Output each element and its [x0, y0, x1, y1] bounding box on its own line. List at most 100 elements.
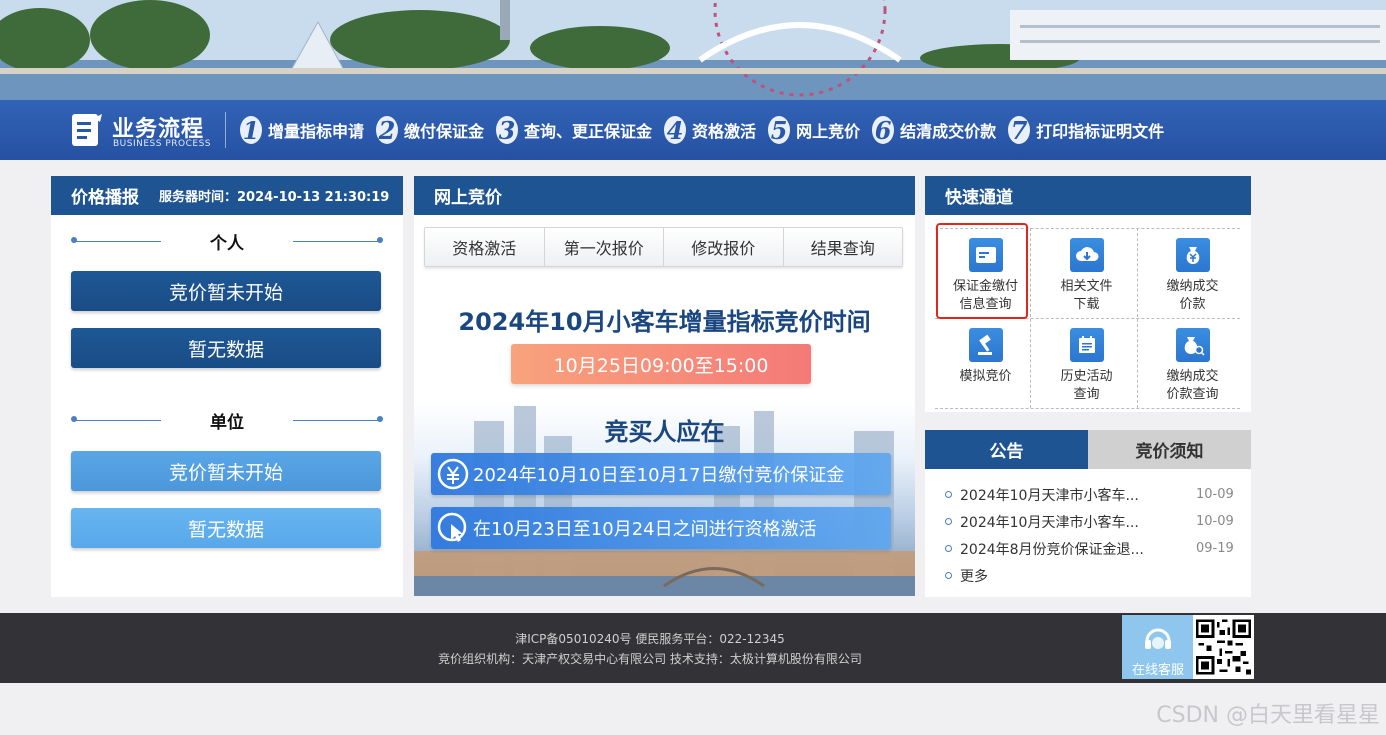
- server-time: 服务器时间：2024-10-13 21:30:19: [159, 190, 390, 205]
- quick-label-line1: 相关文件: [1060, 279, 1113, 294]
- quick-label-line2: 查询: [1073, 387, 1100, 402]
- quick-item-label: 相关文件 下载: [1060, 278, 1112, 314]
- document-logo-icon: [72, 114, 102, 146]
- unit-data-button[interactable]: 暂无数据: [71, 508, 381, 548]
- quick-label-line1: 缴纳成交: [1166, 279, 1219, 294]
- quick-item-label: 缴纳成交 价款: [1166, 278, 1218, 314]
- bidding-title: 2024年10月小客车增量指标竞价时间: [458, 308, 871, 336]
- personal-data-button[interactable]: 暂无数据: [71, 328, 381, 368]
- gavel-icon: [968, 328, 1003, 362]
- activation-info-bar: 在10月23日至10月24日之间进行资格激活: [431, 507, 891, 549]
- qr-code: [1193, 615, 1254, 679]
- qr-code-image: [1196, 619, 1251, 675]
- grid-line: [935, 408, 1240, 409]
- bidding-panel: 网上竞价 资格激活 第一次报价 修改报价 结果查询 2024年10月小客车增量指…: [414, 176, 915, 596]
- money-bag-icon: [1175, 238, 1210, 272]
- quick-mock-bidding[interactable]: 模拟竞价: [935, 318, 1036, 408]
- step-number: 3: [496, 116, 519, 145]
- step-label: 增量指标申请: [268, 122, 365, 141]
- notice-title: 2024年10月天津市小客车...: [960, 487, 1139, 504]
- step-number: 4: [664, 116, 687, 145]
- step-number: 2: [376, 116, 399, 145]
- notice-item[interactable]: 2024年10月天津市小客车... 10-09: [945, 481, 1251, 508]
- tab-qualification-activate[interactable]: 资格激活: [425, 228, 545, 266]
- bullet-icon: [945, 572, 952, 579]
- quick-item-label: 模拟竞价: [959, 368, 1011, 386]
- step-4[interactable]: 4 资格激活: [664, 116, 756, 145]
- notice-list: 2024年10月天津市小客车... 10-09 2024年10月天津市小客车...…: [925, 469, 1251, 589]
- banner: 业务流程 BUSINESS PROCESS 1 增量指标申请 2 缴付保证金 3 查询…: [0, 0, 1386, 160]
- quick-pay-price[interactable]: 缴纳成交 价款: [1142, 228, 1243, 318]
- step-3[interactable]: 3 查询、更正保证金: [496, 116, 653, 145]
- step-6[interactable]: 6 结清成交价款: [872, 116, 997, 145]
- bidding-time-badge: 10月25日09:00至15:00: [511, 344, 811, 384]
- bidding-panel-title: 网上竞价: [434, 188, 502, 208]
- activation-info-text: 在10月23日至10月24日之间进行资格激活: [473, 519, 817, 540]
- quick-label-line2: 价款: [1179, 297, 1206, 312]
- cloud-download-icon: [1069, 238, 1104, 272]
- step-number: 7: [1008, 116, 1031, 145]
- step-label: 网上竞价: [796, 122, 861, 141]
- online-service-button[interactable]: 在线客服: [1122, 615, 1194, 679]
- price-panel-header: 价格播报 服务器时间：2024-10-13 21:30:19: [51, 176, 403, 215]
- process-subtitle: BUSINESS PROCESS: [113, 139, 211, 149]
- calendar-icon: [1069, 328, 1104, 362]
- quick-item-label: 历史活动 查询: [1060, 368, 1112, 404]
- notice-item[interactable]: 2024年8月份竞价保证金退... 09-19: [945, 535, 1251, 562]
- headset-icon: [1145, 628, 1171, 649]
- process-steps: 1 增量指标申请 2 缴付保证金 3 查询、更正保证金 4 资格激活 5 网上竞价 6 结清…: [240, 114, 1176, 146]
- personal-label: 个人: [210, 234, 244, 254]
- bullet-icon: [945, 518, 952, 525]
- price-panel: 价格播报 服务器时间：2024-10-13 21:30:19 个人 竞价暂未开始…: [51, 176, 403, 597]
- notice-title: 2024年10月天津市小客车...: [960, 514, 1139, 531]
- quick-label-line2: 下载: [1073, 297, 1100, 312]
- tab-announcement[interactable]: 公告: [925, 430, 1088, 469]
- step-label: 结清成交价款: [900, 122, 997, 141]
- notice-item[interactable]: 2024年10月天津市小客车... 10-09: [945, 508, 1251, 535]
- step-label: 打印指标证明文件: [1036, 122, 1165, 141]
- bidding-tabs: 资格激活 第一次报价 修改报价 结果查询: [424, 227, 903, 267]
- personal-status-button[interactable]: 竞价暂未开始: [71, 271, 381, 311]
- bullet-icon: [945, 491, 952, 498]
- notice-panel: 公告 竞价须知 2024年10月天津市小客车... 10-09 2024年10月天…: [925, 430, 1251, 597]
- tab-modify-bid[interactable]: 修改报价: [664, 228, 784, 266]
- tab-bidding-notes[interactable]: 竞价须知: [1088, 430, 1251, 469]
- footer-organizer: 竞价组织机构：天津产权交易中心有限公司 技术支持：太极计算机股份有限公司: [438, 652, 862, 666]
- step-1[interactable]: 1 增量指标申请: [240, 116, 365, 145]
- step-7[interactable]: 7 打印指标证明文件: [1008, 116, 1165, 145]
- quick-file-download[interactable]: 相关文件 下载: [1036, 228, 1137, 318]
- process-divider: [225, 112, 226, 148]
- highlight-box: [936, 223, 1028, 319]
- quick-label-line1: 模拟竞价: [959, 369, 1012, 384]
- bidding-subtitle: 竞买人应在: [604, 418, 725, 446]
- price-panel-title: 价格播报: [71, 188, 139, 208]
- notice-date: 10-09: [1196, 487, 1234, 502]
- notice-tabs: 公告 竞价须知: [925, 430, 1251, 469]
- quick-label-line1: 缴纳成交: [1166, 369, 1219, 384]
- personal-divider: 个人: [71, 229, 383, 254]
- quick-access-header: 快速通道: [925, 176, 1251, 215]
- footer-icp: 津ICP备05010240号 便民服务平台：022-12345: [515, 632, 785, 646]
- tab-result-query[interactable]: 结果查询: [784, 228, 903, 266]
- quick-pay-price-query[interactable]: 缴纳成交 价款查询: [1142, 318, 1243, 408]
- notice-more-label: 更多: [960, 568, 988, 585]
- quick-access-title: 快速通道: [945, 188, 1013, 208]
- quick-history-query[interactable]: 历史活动 查询: [1036, 318, 1137, 408]
- step-number: 5: [768, 116, 791, 145]
- step-2[interactable]: 2 缴付保证金: [376, 116, 485, 145]
- bullet-icon: [945, 545, 952, 552]
- watermark: CSDN @白天里看星星: [1156, 703, 1380, 728]
- notice-date: 09-19: [1196, 541, 1234, 556]
- step-5[interactable]: 5 网上竞价: [768, 116, 861, 145]
- step-number: 6: [872, 116, 895, 145]
- step-label: 缴付保证金: [404, 122, 485, 141]
- step-label: 查询、更正保证金: [524, 122, 653, 141]
- money-search-icon: [1175, 328, 1210, 362]
- unit-label: 单位: [210, 413, 244, 433]
- grid-line: [1137, 228, 1138, 408]
- notice-date: 10-09: [1196, 514, 1234, 529]
- tab-first-bid[interactable]: 第一次报价: [545, 228, 664, 266]
- online-service-label: 在线客服: [1131, 663, 1184, 678]
- notice-more-link[interactable]: 更多: [945, 562, 1251, 589]
- unit-status-button[interactable]: 竞价暂未开始: [71, 451, 381, 491]
